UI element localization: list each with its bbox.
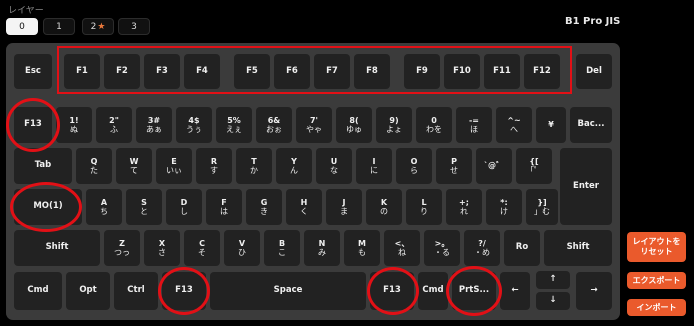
key-5[interactable]: 5% えぇ bbox=[216, 107, 252, 143]
key-c[interactable]: Cそ bbox=[184, 230, 220, 266]
key-a[interactable]: Aち bbox=[86, 189, 122, 225]
key-cmd-left[interactable]: Cmd bbox=[14, 272, 62, 310]
highlight-prtsc bbox=[446, 266, 502, 316]
highlight-f13-left bbox=[6, 98, 60, 152]
key-shift-left[interactable]: Shift bbox=[14, 230, 100, 266]
key-del[interactable]: Del bbox=[576, 54, 612, 89]
key-8[interactable]: 8(ゆゅ bbox=[336, 107, 372, 143]
key-b[interactable]: Bこ bbox=[264, 230, 300, 266]
key-m[interactable]: Mも bbox=[344, 230, 380, 266]
key-minus[interactable]: -= ほ bbox=[456, 107, 492, 143]
key-9[interactable]: 9) よょ bbox=[376, 107, 412, 143]
highlight-f13-right bbox=[367, 267, 419, 315]
key-right-arrow[interactable]: → bbox=[576, 272, 612, 310]
key-cmd-right[interactable]: Cmd bbox=[418, 272, 448, 310]
key-2[interactable]: 2" ふ bbox=[96, 107, 132, 143]
key-y[interactable]: Yん bbox=[276, 148, 312, 184]
key-enter[interactable]: Enter bbox=[560, 148, 612, 225]
highlight-f13-mid bbox=[158, 267, 210, 315]
key-t[interactable]: Tか bbox=[236, 148, 272, 184]
layer-tab-1[interactable]: 1 bbox=[43, 18, 75, 35]
key-r[interactable]: Rす bbox=[196, 148, 232, 184]
key-caret[interactable]: ^~ へ bbox=[496, 107, 532, 143]
key-1[interactable]: 1! ぬ bbox=[56, 107, 92, 143]
key-up-arrow[interactable]: ↑ bbox=[536, 271, 570, 289]
key-period[interactable]: >。 ・る bbox=[424, 230, 460, 266]
key-backspace[interactable]: Bac... bbox=[570, 107, 612, 143]
highlight-mo1 bbox=[10, 182, 82, 232]
layer-tab-2[interactable]: 2 ★ bbox=[82, 18, 114, 35]
key-ctrl[interactable]: Ctrl bbox=[114, 272, 158, 310]
key-g[interactable]: Gき bbox=[246, 189, 282, 225]
key-j[interactable]: Jま bbox=[326, 189, 362, 225]
key-close-bracket[interactable]: }] 」む bbox=[526, 189, 558, 225]
key-v[interactable]: Vひ bbox=[224, 230, 260, 266]
key-l[interactable]: Lり bbox=[406, 189, 442, 225]
layer-tab-3[interactable]: 3 bbox=[118, 18, 150, 35]
key-colon[interactable]: *: け bbox=[486, 189, 522, 225]
key-6[interactable]: 6& おぉ bbox=[256, 107, 292, 143]
key-at[interactable]: `@゛ bbox=[476, 148, 512, 184]
layer-label: レイヤー bbox=[8, 6, 44, 16]
key-w[interactable]: Wて bbox=[116, 148, 152, 184]
keyboard-model-name: B1 Pro JIS bbox=[565, 16, 621, 27]
key-e[interactable]: E いぃ bbox=[156, 148, 192, 184]
key-o[interactable]: Oら bbox=[396, 148, 432, 184]
reset-layout-button[interactable]: レイアウトを リセット bbox=[627, 232, 686, 262]
key-f[interactable]: Fは bbox=[206, 189, 242, 225]
highlight-function-row bbox=[57, 46, 572, 94]
export-button[interactable]: エクスポート bbox=[627, 272, 686, 289]
layer-tab-0[interactable]: 0 bbox=[6, 18, 38, 35]
key-yen[interactable]: ¥ bbox=[536, 107, 566, 143]
key-n[interactable]: Nみ bbox=[304, 230, 340, 266]
key-tab[interactable]: Tab bbox=[14, 148, 72, 184]
key-semicolon[interactable]: +; れ bbox=[446, 189, 482, 225]
key-z[interactable]: Z つっ bbox=[104, 230, 140, 266]
key-u[interactable]: Uな bbox=[316, 148, 352, 184]
key-p[interactable]: Pせ bbox=[436, 148, 472, 184]
key-open-bracket[interactable]: {[「゜ bbox=[516, 148, 552, 184]
star-icon: ★ bbox=[97, 21, 106, 32]
key-comma[interactable]: <、ね bbox=[384, 230, 420, 266]
key-down-arrow[interactable]: ↓ bbox=[536, 292, 570, 310]
key-3[interactable]: 3# あぁ bbox=[136, 107, 172, 143]
key-opt[interactable]: Opt bbox=[66, 272, 110, 310]
key-left-arrow[interactable]: ← bbox=[500, 272, 530, 310]
key-h[interactable]: Hく bbox=[286, 189, 322, 225]
key-shift-right[interactable]: Shift bbox=[544, 230, 612, 266]
key-7[interactable]: 7' やゃ bbox=[296, 107, 332, 143]
key-k[interactable]: Kの bbox=[366, 189, 402, 225]
key-esc[interactable]: Esc bbox=[14, 54, 52, 89]
key-s[interactable]: Sと bbox=[126, 189, 162, 225]
key-x[interactable]: Xさ bbox=[144, 230, 180, 266]
key-d[interactable]: Dし bbox=[166, 189, 202, 225]
key-slash[interactable]: ?/・め bbox=[464, 230, 500, 266]
key-space[interactable]: Space bbox=[210, 272, 366, 310]
key-0[interactable]: 0 わを bbox=[416, 107, 452, 143]
key-q[interactable]: Qた bbox=[76, 148, 112, 184]
import-button[interactable]: インポート bbox=[627, 299, 686, 316]
key-i[interactable]: Iに bbox=[356, 148, 392, 184]
key-ro[interactable]: Ro bbox=[504, 230, 540, 266]
key-4[interactable]: 4$ うぅ bbox=[176, 107, 212, 143]
